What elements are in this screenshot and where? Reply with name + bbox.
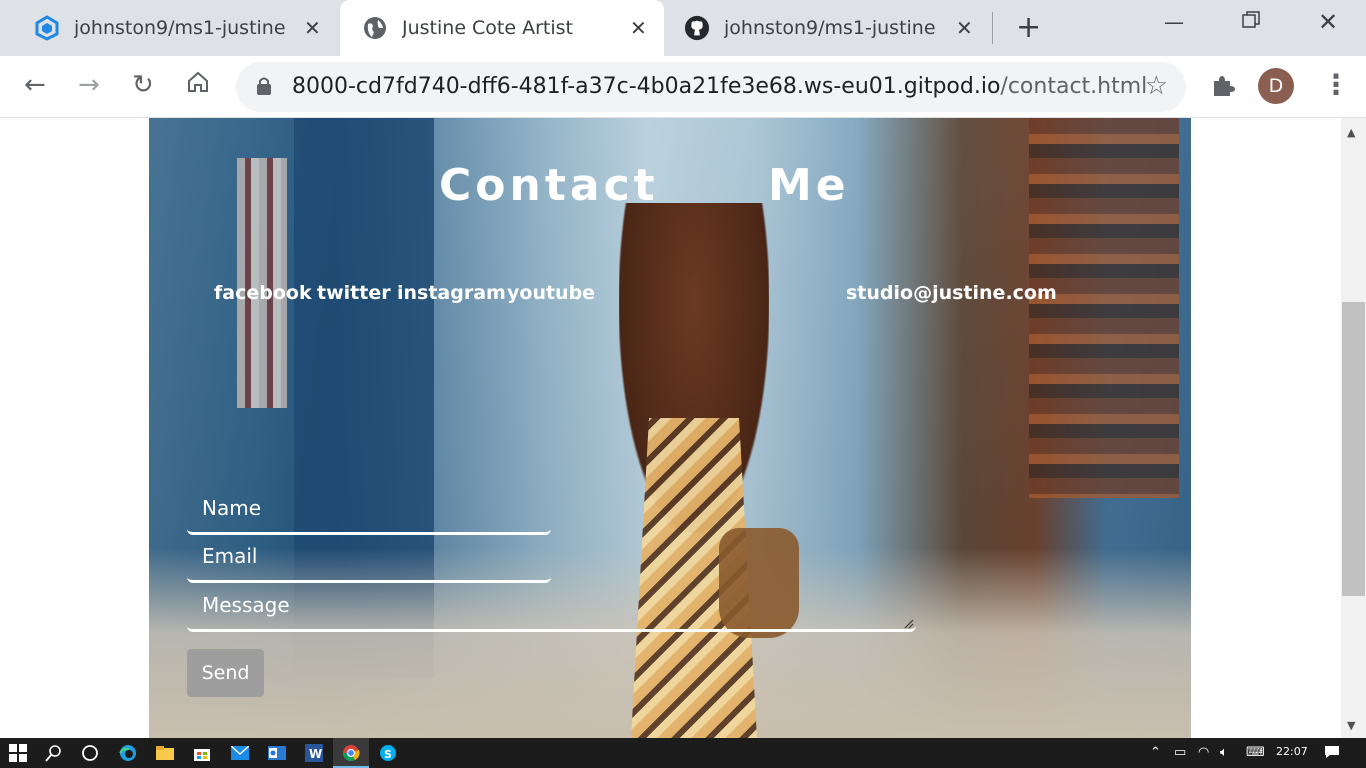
mail-icon[interactable] xyxy=(230,743,250,763)
windows-taskbar: W S ⌃ ▭ ◠ 🔈︎ ⌨ 22:07 xyxy=(0,738,1366,768)
browser-toolbar: ← → ↻ 8000-cd7fd740-dff6-481f-a37c-4b0a2… xyxy=(0,56,1366,118)
taskbar-clock[interactable]: 22:07 xyxy=(1276,745,1308,758)
url-host: 8000-cd7fd740-dff6-481f-a37c-4b0a21fe3e6… xyxy=(292,74,1001,99)
lock-icon[interactable] xyxy=(256,76,274,96)
name-placeholder: Name xyxy=(202,496,262,520)
close-icon[interactable]: ✕ xyxy=(956,16,973,40)
tab-strip: johnston9/ms1-justine - ✕ Justine Cote A… xyxy=(0,0,1366,56)
file-explorer-icon[interactable] xyxy=(155,743,175,763)
extensions-icon[interactable] xyxy=(1210,72,1236,105)
email-placeholder: Email xyxy=(202,544,258,568)
edge-icon[interactable] xyxy=(118,743,138,763)
address-bar[interactable]: 8000-cd7fd740-dff6-481f-a37c-4b0a21fe3e6… xyxy=(236,62,1186,112)
chrome-icon[interactable] xyxy=(341,743,361,763)
gitpod-icon xyxy=(34,15,60,41)
url-path: /contact.html xyxy=(1000,74,1148,99)
tab-title: Justine Cote Artist xyxy=(402,17,573,39)
volume-icon[interactable]: 🔈︎ xyxy=(1220,745,1228,760)
task-view-icon[interactable] xyxy=(80,743,100,763)
svg-text:W: W xyxy=(309,747,322,761)
email-link[interactable]: studio@justine.com xyxy=(846,282,1057,304)
youtube-link[interactable]: youtube xyxy=(507,282,595,304)
message-placeholder: Message xyxy=(202,593,290,617)
message-textarea[interactable]: Message xyxy=(187,583,916,632)
minimize-icon[interactable]: — xyxy=(1164,10,1184,34)
page-scrollbar[interactable]: ▲ ▼ xyxy=(1341,118,1366,738)
page-viewport: Contact Me facebook twitter instagram yo… xyxy=(0,118,1341,738)
search-icon[interactable] xyxy=(44,743,64,763)
url-text[interactable]: 8000-cd7fd740-dff6-481f-a37c-4b0a21fe3e6… xyxy=(292,74,1147,99)
battery-icon[interactable]: ▭ xyxy=(1174,745,1186,760)
skype-icon[interactable]: S xyxy=(378,743,398,763)
background-photo-rugs xyxy=(1029,118,1179,498)
instagram-link[interactable]: instagram xyxy=(397,282,506,304)
tab-justine-cote[interactable]: Justine Cote Artist ✕ xyxy=(340,0,664,56)
send-button[interactable]: Send xyxy=(187,649,264,697)
word-icon[interactable]: W xyxy=(304,743,324,763)
keyboard-icon[interactable]: ⌨ xyxy=(1246,745,1265,760)
contact-heading-word2: Me xyxy=(768,160,850,211)
github-icon xyxy=(684,15,710,41)
scroll-down-icon[interactable]: ▼ xyxy=(1347,719,1355,732)
home-icon[interactable] xyxy=(186,70,210,101)
email-field[interactable]: Email xyxy=(187,534,551,583)
profile-avatar[interactable]: D xyxy=(1258,68,1294,104)
tab-title: johnston9/ms1-justine xyxy=(724,17,936,39)
contact-hero-background: Contact Me facebook twitter instagram yo… xyxy=(149,118,1191,738)
facebook-link[interactable]: facebook xyxy=(214,282,312,304)
forward-icon[interactable]: → xyxy=(78,70,100,100)
windows-start-icon[interactable] xyxy=(8,743,28,763)
store-icon[interactable] xyxy=(192,743,212,763)
tab-gitpod[interactable]: johnston9/ms1-justine - ✕ xyxy=(34,0,330,56)
tab-github[interactable]: johnston9/ms1-justine ✕ xyxy=(684,0,984,56)
tab-separator xyxy=(992,12,993,44)
wifi-icon[interactable]: ◠ xyxy=(1198,745,1209,760)
tab-title: johnston9/ms1-justine - xyxy=(74,17,292,39)
twitter-link[interactable]: twitter xyxy=(317,282,391,304)
bookmark-star-icon[interactable]: ☆ xyxy=(1145,71,1168,101)
notifications-icon[interactable] xyxy=(1324,745,1340,763)
restore-icon[interactable] xyxy=(1242,10,1260,34)
scrollbar-thumb[interactable] xyxy=(1342,302,1365,596)
name-field[interactable]: Name xyxy=(187,486,551,535)
new-tab-icon[interactable]: + xyxy=(1016,10,1041,45)
svg-text:S: S xyxy=(384,748,392,761)
outlook-icon[interactable] xyxy=(267,743,287,763)
resize-handle-icon[interactable] xyxy=(902,614,914,629)
reload-icon[interactable]: ↻ xyxy=(132,70,154,100)
globe-icon xyxy=(362,15,388,41)
menu-kebab-icon[interactable]: ⋮ xyxy=(1322,68,1350,101)
close-icon[interactable]: ✕ xyxy=(304,16,321,40)
back-icon[interactable]: ← xyxy=(24,70,46,100)
close-icon[interactable]: ✕ xyxy=(630,16,647,40)
tray-chevron-icon[interactable]: ⌃ xyxy=(1150,745,1161,760)
close-window-icon[interactable]: ✕ xyxy=(1318,8,1338,36)
contact-heading-word1: Contact xyxy=(439,160,659,211)
scroll-up-icon[interactable]: ▲ xyxy=(1347,126,1355,139)
